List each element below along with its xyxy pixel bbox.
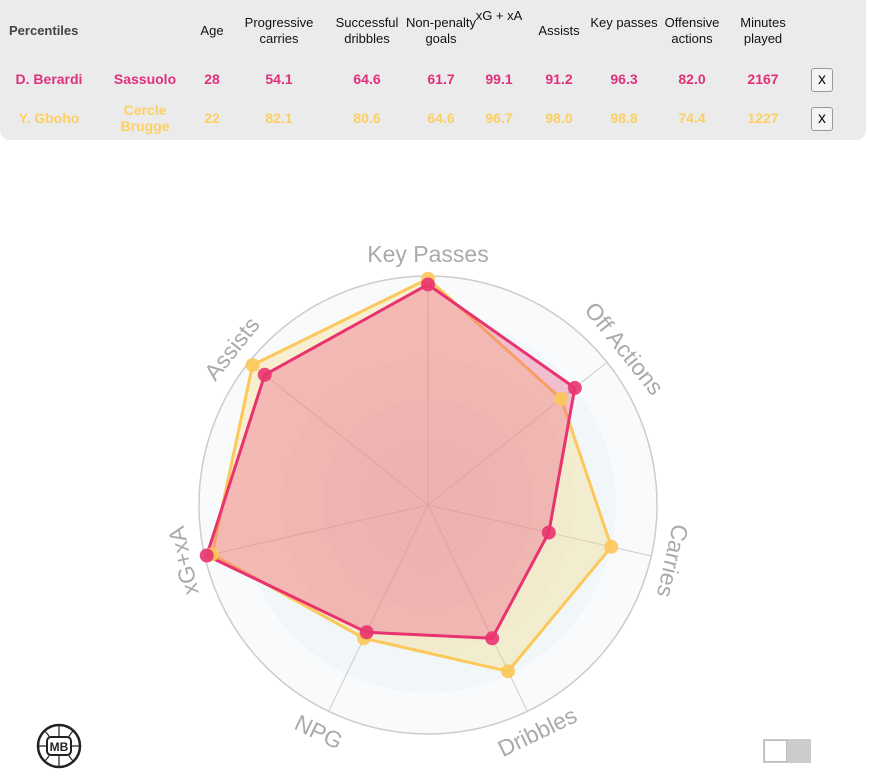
view-toggle[interactable] [763,739,811,763]
axis-label: Carries [652,522,694,600]
data-point [257,367,272,382]
data-point [604,539,619,554]
radar-chart: Key PassesOff ActionsCarriesDribblesNPGx… [163,241,694,762]
data-point [541,525,556,540]
data-point [359,625,374,640]
data-point [485,631,500,646]
axis-label: xG+xA [163,523,204,597]
data-point [199,548,214,563]
data-point [567,380,582,395]
data-point [245,358,260,373]
data-point [421,277,435,292]
data-point [554,391,569,406]
axis-label: Key Passes [367,241,488,267]
toggle-knob[interactable] [764,740,787,762]
data-point [501,664,516,679]
